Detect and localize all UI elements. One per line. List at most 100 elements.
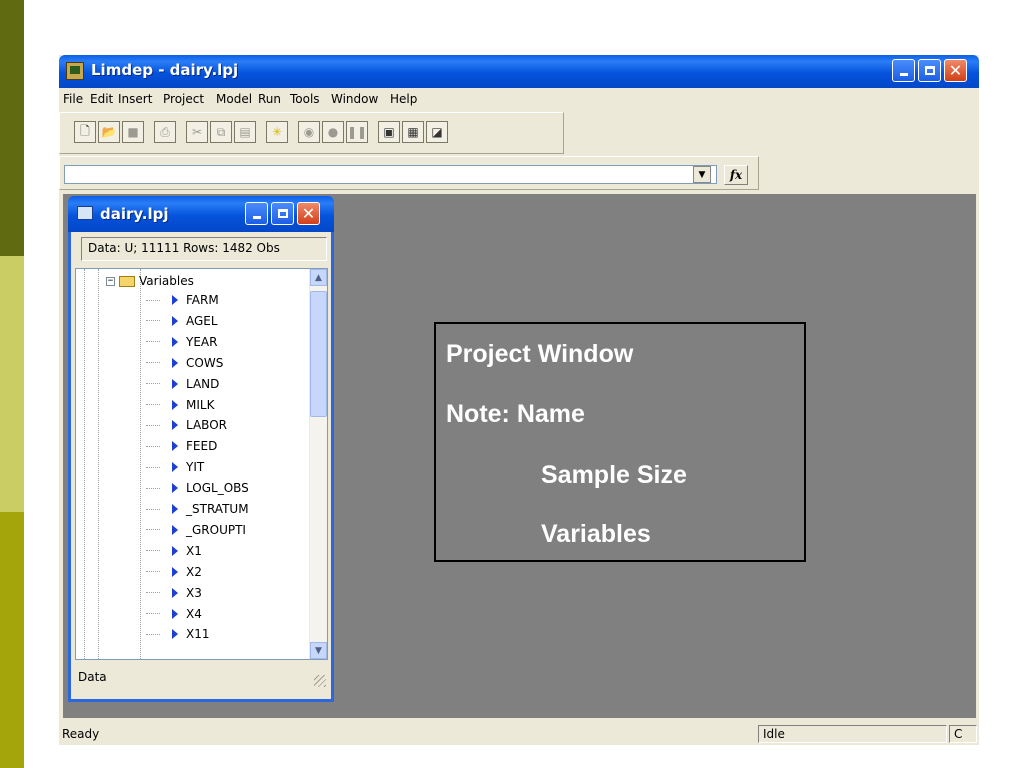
variable-arrow-icon: [172, 462, 178, 473]
tree-item[interactable]: X2: [146, 562, 316, 582]
tree-guide-line: [98, 269, 99, 659]
window-title: Limdep - dairy.lpj: [91, 61, 239, 79]
tree-connector: [146, 299, 160, 301]
collapse-icon[interactable]: −: [106, 276, 115, 286]
tree-connector: [146, 633, 160, 635]
tree-item[interactable]: LAND: [146, 374, 316, 394]
tree-item[interactable]: COWS: [146, 353, 316, 373]
menu-help[interactable]: Help: [390, 92, 417, 106]
note-line-2: Note: Name: [446, 400, 585, 428]
project-close-button[interactable]: ✕: [297, 202, 320, 225]
project-tree[interactable]: − Variables FARM AGEL YEAR COWS LAND MILK LABO…: [75, 268, 328, 660]
variable-label: X3: [186, 585, 202, 600]
tree-item[interactable]: LOGL_OBS: [146, 478, 316, 498]
project-icon[interactable]: ▣: [378, 121, 400, 143]
fx-button[interactable]: fx: [724, 165, 748, 185]
tree-item[interactable]: _GROUPTI: [146, 520, 316, 540]
copy-icon[interactable]: ⧉: [210, 121, 232, 143]
tree-item[interactable]: X4: [146, 604, 316, 624]
tree-item[interactable]: LABOR: [146, 415, 316, 435]
variable-arrow-icon: [172, 504, 178, 514]
variable-label: MILK: [186, 397, 215, 412]
tree-scrollbar[interactable]: ▲ ▼: [309, 269, 327, 659]
cut-icon[interactable]: ✂: [186, 121, 208, 143]
note-line-1: Project Window: [446, 340, 634, 368]
menu-run[interactable]: Run: [258, 92, 281, 106]
tree-item[interactable]: MILK: [146, 395, 316, 415]
tree-connector: [146, 341, 160, 343]
minimize-button[interactable]: [892, 59, 915, 82]
toolbar: 🗋 📂 ■ ⎙ ✂ ⧉ ▤ ✳ ◉ ● ❚❚ ▣ ▦ ◪: [59, 112, 564, 154]
project-minimize-button[interactable]: [245, 202, 268, 225]
menu-edit[interactable]: Edit: [90, 92, 113, 106]
tree-connector: [146, 508, 160, 510]
variable-arrow-icon: [172, 399, 178, 410]
menu-model[interactable]: Model: [216, 92, 252, 106]
project-window-title-bar[interactable]: dairy.lpj ✕: [68, 196, 334, 232]
title-bar[interactable]: Limdep - dairy.lpj ✕: [59, 55, 979, 88]
tree-item[interactable]: _STRATUM: [146, 499, 316, 519]
menu-file[interactable]: File: [63, 92, 83, 106]
open-folder-icon[interactable]: 📂: [98, 121, 120, 143]
scroll-down-icon[interactable]: ▼: [310, 642, 327, 659]
tree-item[interactable]: X3: [146, 583, 316, 603]
status-text: Ready: [62, 727, 100, 741]
star-icon[interactable]: ✳: [266, 121, 288, 143]
variable-arrow-icon: [172, 545, 178, 556]
tree-item[interactable]: FEED: [146, 436, 316, 456]
tree-item[interactable]: X11: [146, 624, 316, 644]
variable-label: LOGL_OBS: [186, 481, 249, 496]
variable-arrow-icon: [172, 336, 178, 347]
maximize-button[interactable]: [918, 59, 941, 82]
project-window-icon[interactable]: [77, 206, 93, 220]
scroll-up-icon[interactable]: ▲: [310, 269, 327, 286]
tree-item[interactable]: AGEL: [146, 311, 316, 331]
menu-project[interactable]: Project: [163, 92, 204, 106]
tree-item[interactable]: X1: [146, 541, 316, 561]
variable-label: X4: [186, 606, 202, 621]
tree-connector: [146, 362, 160, 364]
project-maximize-button[interactable]: [271, 202, 294, 225]
maximize-icon: [277, 209, 288, 218]
tree-connector: [146, 529, 160, 531]
tree-item[interactable]: FARM: [146, 290, 316, 310]
close-button[interactable]: ✕: [944, 59, 967, 82]
menu-tools[interactable]: Tools: [290, 92, 320, 106]
variable-arrow-icon: [172, 420, 178, 431]
new-file-icon[interactable]: 🗋: [74, 121, 96, 143]
chevron-down-icon[interactable]: ▼: [693, 166, 711, 183]
tree-connector: [146, 487, 160, 489]
menu-insert[interactable]: Insert: [118, 92, 152, 106]
variable-arrow-icon: [172, 566, 178, 577]
grid-icon[interactable]: ▦: [402, 121, 424, 143]
save-icon[interactable]: ■: [122, 121, 144, 143]
variable-label: FARM: [186, 293, 219, 307]
print-icon[interactable]: ⎙: [154, 121, 176, 143]
variable-label: FEED: [186, 439, 218, 454]
maximize-icon: [924, 66, 935, 75]
variable-label: _GROUPTI: [186, 522, 246, 537]
tree-item[interactable]: YIT: [146, 457, 316, 477]
chart-icon[interactable]: ◪: [426, 121, 448, 143]
pause-icon[interactable]: ❚❚: [346, 121, 368, 143]
tree-folder-variables[interactable]: − Variables: [106, 273, 194, 289]
go-icon[interactable]: ◉: [298, 121, 320, 143]
tree-connector: [146, 320, 160, 322]
annotation-box: Project Window Note: Name Sample Size Va…: [434, 322, 806, 562]
project-status: Data: [75, 667, 328, 689]
tree-item[interactable]: YEAR: [146, 332, 316, 352]
variable-arrow-icon: [172, 587, 178, 598]
command-input[interactable]: [64, 165, 717, 184]
slide-sidebar-bottom: [0, 512, 24, 768]
workspace-area: dairy.lpj ✕ Data: U; 11111 Rows: 1482 Ob…: [63, 194, 976, 718]
paste-icon[interactable]: ▤: [234, 121, 256, 143]
limdep-app-icon[interactable]: [66, 62, 84, 80]
scroll-thumb[interactable]: [310, 291, 327, 417]
variable-arrow-icon: [172, 378, 178, 389]
variable-label: X2: [186, 564, 202, 579]
variable-arrow-icon: [172, 524, 178, 535]
resize-grip-icon[interactable]: [314, 675, 326, 687]
stop-icon[interactable]: ●: [322, 121, 344, 143]
command-bar: ▼ fx: [59, 156, 759, 190]
menu-window[interactable]: Window: [331, 92, 378, 106]
